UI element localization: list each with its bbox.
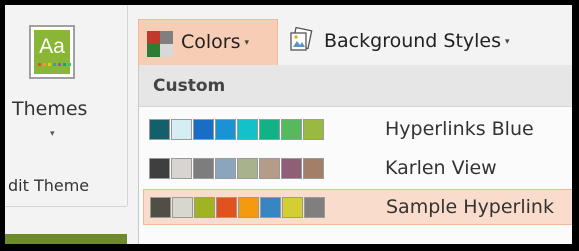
themes-button[interactable]: Aa Themes ▾ xyxy=(5,5,127,173)
colors-label: Colors xyxy=(181,31,241,53)
color-swatch xyxy=(303,158,324,179)
color-swatch xyxy=(193,119,214,140)
color-scheme-item[interactable]: Sample Hyperlink xyxy=(143,189,572,225)
custom-section-label: Custom xyxy=(153,76,226,96)
green-accent-bar xyxy=(5,234,127,244)
color-swatch xyxy=(303,119,324,140)
color-swatch xyxy=(259,119,280,140)
themes-label: Themes xyxy=(12,98,88,120)
color-swatch xyxy=(149,158,170,179)
theme-thumbnail-icon: Aa xyxy=(29,25,75,79)
background-styles-label: Background Styles xyxy=(324,30,502,52)
theme-color-dot xyxy=(53,63,56,66)
chevron-down-icon: ▾ xyxy=(505,37,510,47)
themes-panel: Aa Themes ▾ dit Theme xyxy=(5,5,127,244)
theme-thumbnail-text: Aa xyxy=(39,35,65,58)
colors-button[interactable]: Colors ▾ xyxy=(138,19,278,65)
color-swatch xyxy=(237,119,258,140)
color-scheme-item[interactable]: Karlen View xyxy=(143,151,572,187)
color-scheme-item[interactable]: Hyperlinks Blue xyxy=(143,112,572,148)
color-swatch xyxy=(237,158,258,179)
color-swatch xyxy=(216,197,237,218)
theme-color-dots xyxy=(38,63,71,66)
color-swatch xyxy=(171,119,192,140)
color-palette-icon xyxy=(147,31,173,57)
window-frame: Aa Themes ▾ dit Theme Colors ▾ Backgroun… xyxy=(5,5,572,244)
color-swatch xyxy=(215,158,236,179)
color-swatch xyxy=(193,158,214,179)
theme-color-dot xyxy=(68,63,71,66)
color-swatch xyxy=(281,119,302,140)
color-swatch-strip xyxy=(149,119,325,140)
palette-square xyxy=(147,44,160,57)
color-swatch-strip xyxy=(150,197,326,218)
color-swatch xyxy=(304,197,325,218)
color-swatch xyxy=(281,158,302,179)
theme-color-dot xyxy=(43,63,46,66)
color-scheme-label: Hyperlinks Blue xyxy=(385,118,534,140)
color-swatch xyxy=(215,119,236,140)
menu-section-header: Custom xyxy=(139,65,572,107)
themes-dropdown-arrow-icon[interactable]: ▾ xyxy=(50,129,55,139)
theme-color-dot xyxy=(58,63,61,66)
palette-square xyxy=(160,44,173,57)
edit-theme-group-label: dit Theme xyxy=(8,176,90,195)
color-swatch xyxy=(149,119,170,140)
theme-color-dot xyxy=(48,63,51,66)
theme-color-dot xyxy=(63,63,66,66)
palette-square xyxy=(147,31,160,44)
color-swatch xyxy=(194,197,215,218)
design-toolbar: Colors ▾ Background Styles ▾ xyxy=(128,5,572,65)
background-styles-icon xyxy=(290,27,313,51)
color-scheme-label: Karlen View xyxy=(385,157,497,179)
color-swatch xyxy=(282,197,303,218)
color-swatch xyxy=(238,197,259,218)
chevron-down-icon: ▾ xyxy=(244,38,250,48)
colors-dropdown-menu: Custom Hyperlinks Blue Karlen View Sample … xyxy=(138,65,572,244)
color-swatch xyxy=(150,197,171,218)
theme-color-dot xyxy=(38,63,41,66)
color-swatch-strip xyxy=(149,158,325,179)
color-swatch xyxy=(259,158,280,179)
color-scheme-label: Sample Hyperlink xyxy=(386,196,554,218)
color-swatch xyxy=(260,197,281,218)
color-swatch xyxy=(171,158,192,179)
color-swatch xyxy=(172,197,193,218)
divider xyxy=(5,206,127,207)
palette-square xyxy=(160,31,173,44)
